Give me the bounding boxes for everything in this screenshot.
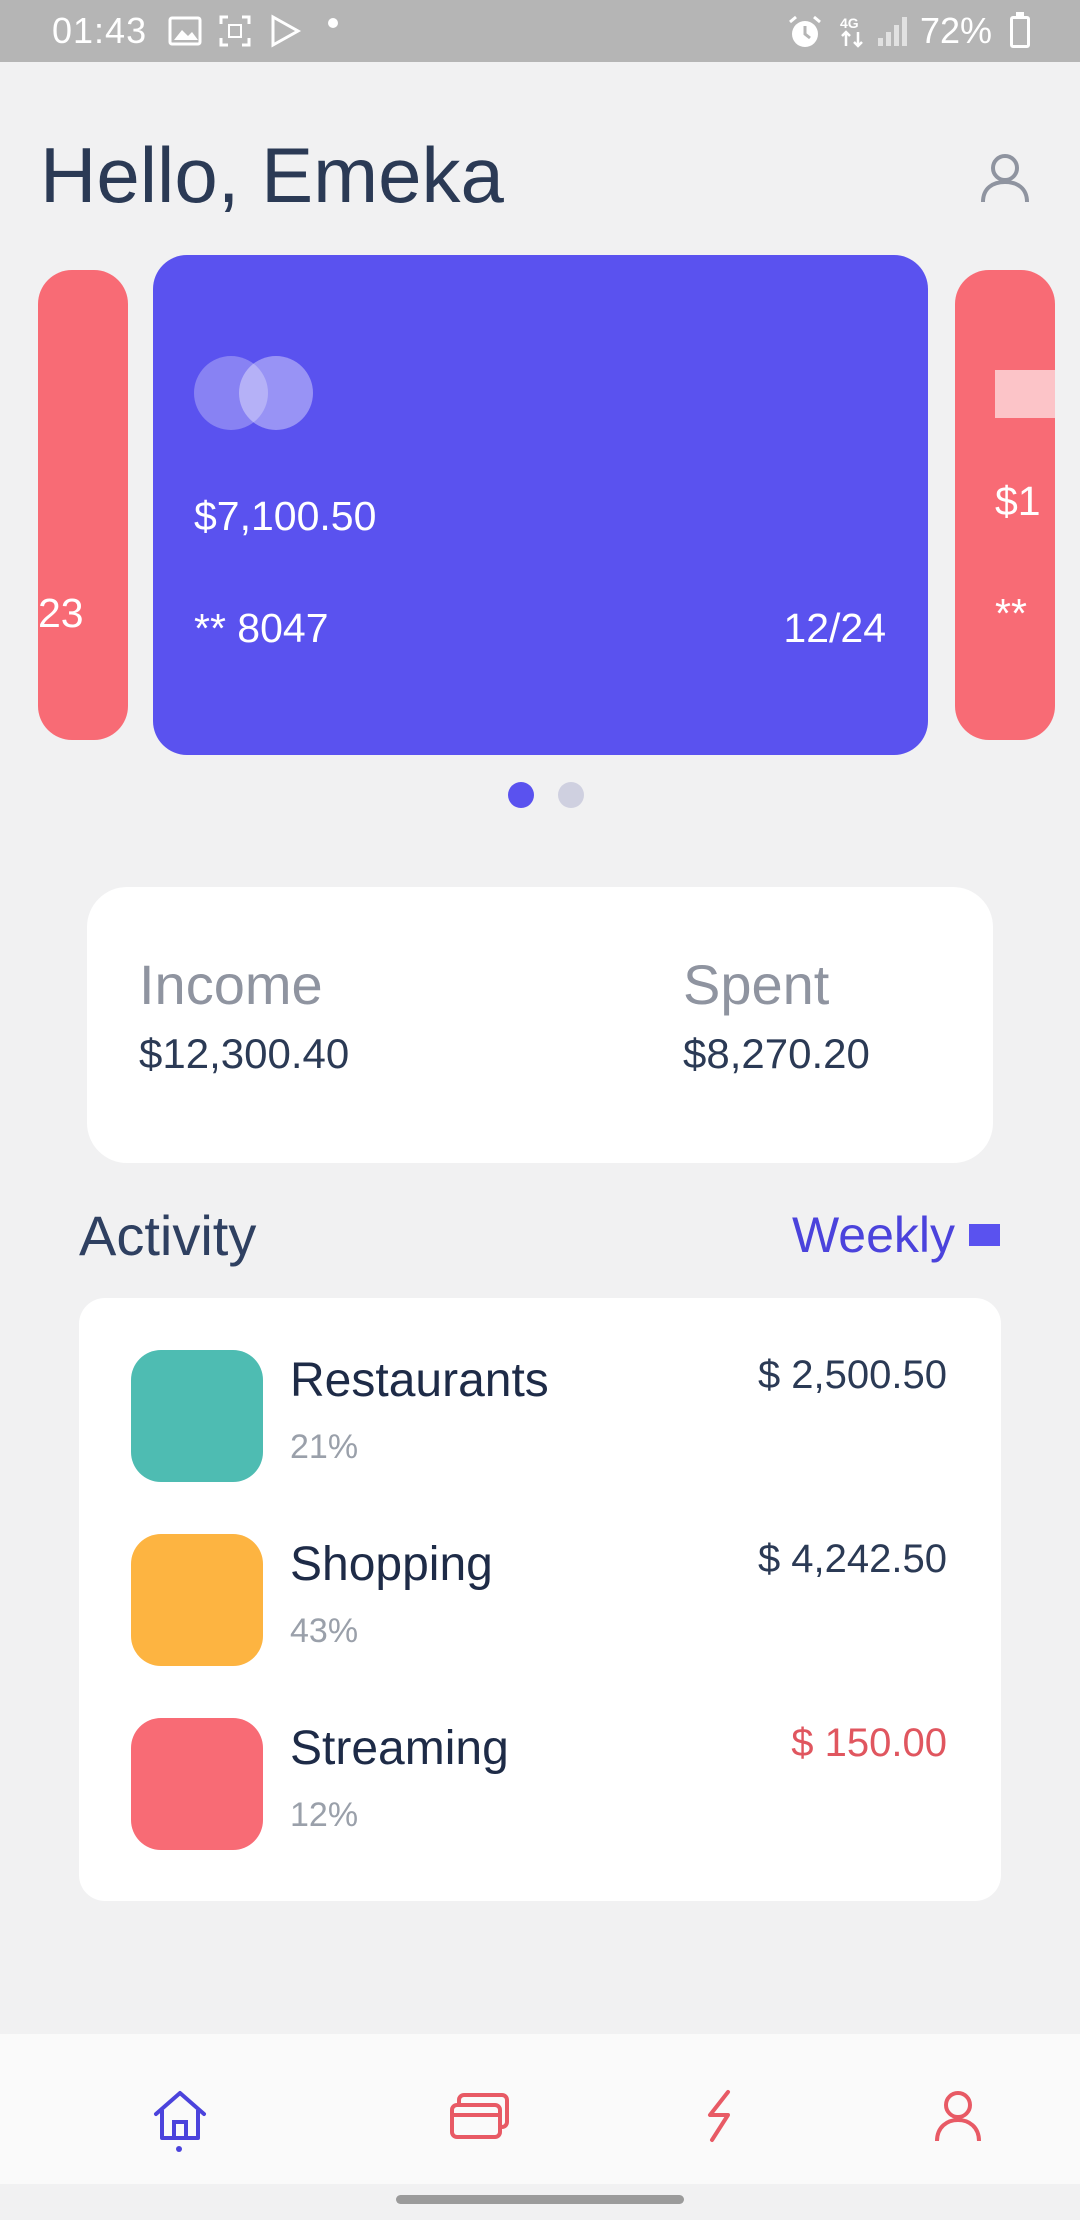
spent-label: Spent bbox=[683, 953, 830, 1016]
battery-percent: 72% bbox=[919, 10, 992, 51]
shopping-icon bbox=[131, 1534, 263, 1666]
profile-icon bbox=[935, 2091, 981, 2142]
spent-value: $8,270.20 bbox=[683, 1030, 870, 1077]
bank-card-main[interactable]: $7,100.50 ** 8047 12/24 bbox=[153, 255, 928, 755]
activity-list: Restaurants 21% $ 2,500.50 Shopping 43% … bbox=[79, 1298, 1001, 1901]
income-spent-summary: Income $12,300.40 Spent $8,270.20 bbox=[87, 887, 993, 1163]
home-icon bbox=[154, 2091, 206, 2140]
network-4g-icon: 4G bbox=[840, 15, 863, 48]
period-label: Weekly bbox=[791, 1207, 955, 1263]
alarm-icon bbox=[789, 15, 821, 47]
streaming-icon bbox=[131, 1718, 263, 1850]
activity-name: Streaming bbox=[290, 1722, 509, 1775]
activity-item-streaming[interactable]: Streaming 12% $ 150.00 bbox=[79, 1666, 1001, 1850]
card-peek-right-amount: $1 bbox=[995, 478, 1041, 524]
activity-name: Shopping bbox=[290, 1538, 493, 1591]
card-peek-right-logo bbox=[995, 370, 1055, 418]
restaurants-icon bbox=[131, 1350, 263, 1482]
profile-icon[interactable] bbox=[980, 152, 1030, 204]
status-time: 01:43 bbox=[52, 10, 148, 51]
svg-text:4G: 4G bbox=[840, 15, 859, 31]
nav-profile[interactable] bbox=[918, 2076, 998, 2156]
card-peek-right-number: ** bbox=[995, 590, 1027, 636]
image-icon bbox=[168, 16, 202, 46]
activity-amount: $ 2,500.50 bbox=[757, 1353, 947, 1397]
activity-name: Restaurants bbox=[290, 1354, 549, 1407]
activity-item-shopping[interactable]: Shopping 43% $ 4,242.50 bbox=[79, 1482, 1001, 1666]
pager-dot-active[interactable] bbox=[508, 782, 534, 808]
card-expiry: 12/24 bbox=[783, 605, 886, 651]
activity-item-restaurants[interactable]: Restaurants 21% $ 2,500.50 bbox=[79, 1298, 1001, 1482]
activity-percent: 43% bbox=[290, 1612, 359, 1650]
nav-activity[interactable] bbox=[680, 2076, 760, 2156]
bottom-navigation bbox=[0, 2034, 1080, 2184]
nav-home[interactable] bbox=[140, 2076, 220, 2156]
activity-amount: $ 150.00 bbox=[791, 1721, 947, 1765]
pager-dot[interactable] bbox=[558, 782, 584, 808]
period-selector[interactable]: Weekly bbox=[792, 1206, 1000, 1264]
signal-icon bbox=[878, 17, 907, 46]
nav-active-indicator bbox=[176, 2146, 182, 2152]
income-label: Income bbox=[139, 953, 323, 1016]
battery-icon bbox=[1010, 12, 1030, 48]
activity-amount: $ 4,242.50 bbox=[757, 1537, 947, 1581]
screenshot-icon bbox=[219, 15, 251, 47]
period-dropdown-icon bbox=[969, 1224, 1000, 1246]
cards-icon bbox=[450, 2093, 509, 2139]
income-value: $12,300.40 bbox=[139, 1030, 350, 1077]
card-peek-left-text: 23 bbox=[38, 590, 84, 636]
notification-dot-icon bbox=[328, 18, 338, 28]
activity-percent: 21% bbox=[290, 1428, 359, 1466]
card-logo-circle-right bbox=[239, 356, 313, 430]
home-indicator[interactable] bbox=[396, 2195, 684, 2204]
greeting-title: Hello, Emeka bbox=[40, 131, 504, 219]
activity-percent: 12% bbox=[290, 1796, 359, 1834]
card-number: ** 8047 bbox=[194, 605, 329, 651]
card-peek-right[interactable]: $1 ** bbox=[955, 270, 1055, 740]
nav-cards[interactable] bbox=[440, 2076, 520, 2156]
card-balance: $7,100.50 bbox=[194, 493, 377, 539]
status-bar: 01:43 4G 72% bbox=[0, 0, 1080, 62]
play-store-icon bbox=[271, 14, 302, 48]
card-peek-left[interactable]: 23 bbox=[38, 270, 128, 740]
activity-title: Activity bbox=[79, 1204, 257, 1267]
lightning-icon bbox=[708, 2090, 730, 2142]
